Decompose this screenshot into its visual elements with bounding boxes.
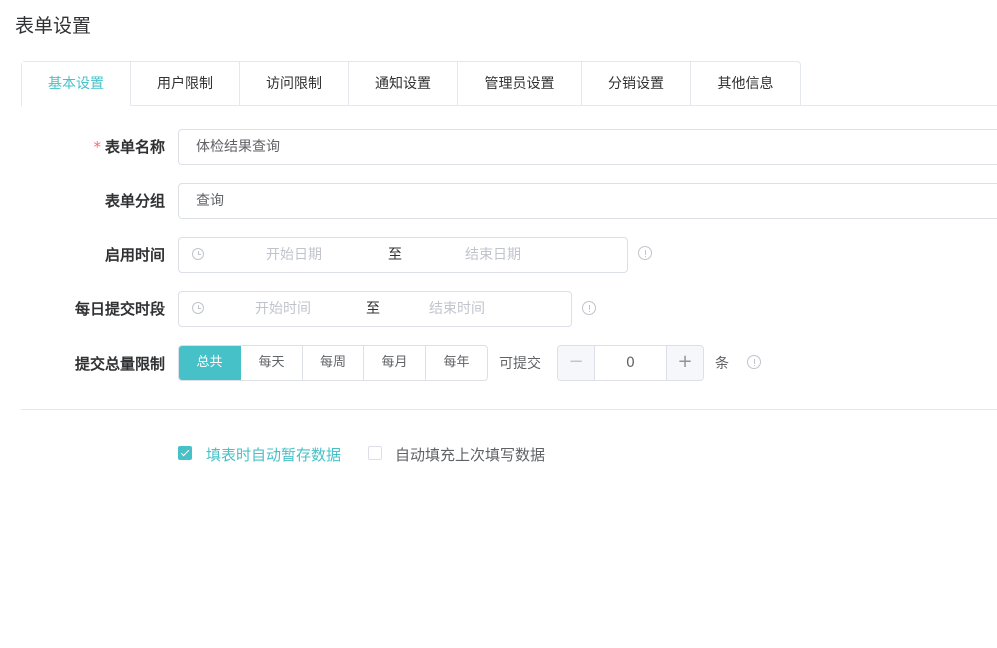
range-separator: 至 <box>388 247 402 263</box>
enable-time-range-picker[interactable]: 开始日期 至 结束日期 <box>178 237 628 273</box>
clock-icon <box>192 302 204 314</box>
range-separator: 至 <box>366 301 380 317</box>
auto-save-label[interactable]: 填表时自动暂存数据 <box>206 444 341 465</box>
tab-basic-settings[interactable]: 基本设置 <box>22 62 131 106</box>
unit-label: 条 <box>715 356 729 372</box>
daily-period-end-input[interactable]: 结束时间 <box>429 292 485 326</box>
form-name-value: 体检结果查询 <box>196 139 280 155</box>
period-option-monthly[interactable]: 每月 <box>364 346 426 380</box>
can-submit-label: 可提交 <box>499 356 541 372</box>
tab-bar: 基本设置 用户限制 访问限制 通知设置 管理员设置 分销设置 其他信息 <box>21 61 801 106</box>
info-icon[interactable] <box>638 246 652 260</box>
tab-distribution-settings[interactable]: 分销设置 <box>582 62 691 106</box>
daily-period-start-input[interactable]: 开始时间 <box>255 292 311 326</box>
page-title: 表单设置 <box>15 15 92 37</box>
enable-time-end-input[interactable]: 结束日期 <box>465 238 521 272</box>
clock-icon <box>192 248 204 260</box>
info-icon[interactable] <box>747 355 761 369</box>
submit-limit-label: 提交总量限制 <box>74 355 165 373</box>
submit-limit-input[interactable]: 0 <box>594 346 667 380</box>
tab-admin-settings[interactable]: 管理员设置 <box>458 62 582 106</box>
period-option-daily[interactable]: 每天 <box>241 346 303 380</box>
tab-other-info[interactable]: 其他信息 <box>691 62 800 106</box>
submit-limit-period-group: 总共 每天 每周 每月 每年 <box>178 345 488 381</box>
form-group-label: 表单分组 <box>104 192 165 210</box>
form-name-input[interactable]: 体检结果查询 <box>178 129 997 165</box>
auto-save-checkbox[interactable] <box>178 446 192 460</box>
tab-notification-settings[interactable]: 通知设置 <box>349 62 458 106</box>
period-option-weekly[interactable]: 每周 <box>303 346 364 380</box>
enable-time-label: 启用时间 <box>104 246 165 264</box>
form-name-label: * 表单名称 <box>93 138 165 156</box>
required-mark: * <box>93 138 101 156</box>
section-divider <box>21 409 997 410</box>
info-icon[interactable] <box>582 301 596 315</box>
period-option-total[interactable]: 总共 <box>179 346 241 380</box>
daily-period-range-picker[interactable]: 开始时间 至 结束时间 <box>178 291 572 327</box>
decrement-button[interactable]: − <box>558 346 595 380</box>
tabs-divider <box>21 105 997 106</box>
form-group-value: 查询 <box>196 193 224 209</box>
tab-access-limits[interactable]: 访问限制 <box>240 62 349 106</box>
submit-limit-stepper: − 0 + <box>557 345 704 381</box>
period-option-yearly[interactable]: 每年 <box>426 346 487 380</box>
tab-user-limits[interactable]: 用户限制 <box>131 62 240 106</box>
auto-fill-label[interactable]: 自动填充上次填写数据 <box>395 444 545 465</box>
auto-fill-checkbox[interactable] <box>368 446 382 460</box>
enable-time-start-input[interactable]: 开始日期 <box>266 238 322 272</box>
form-group-select[interactable]: 查询 <box>178 183 997 219</box>
increment-button[interactable]: + <box>666 346 703 380</box>
daily-period-label: 每日提交时段 <box>74 300 165 318</box>
